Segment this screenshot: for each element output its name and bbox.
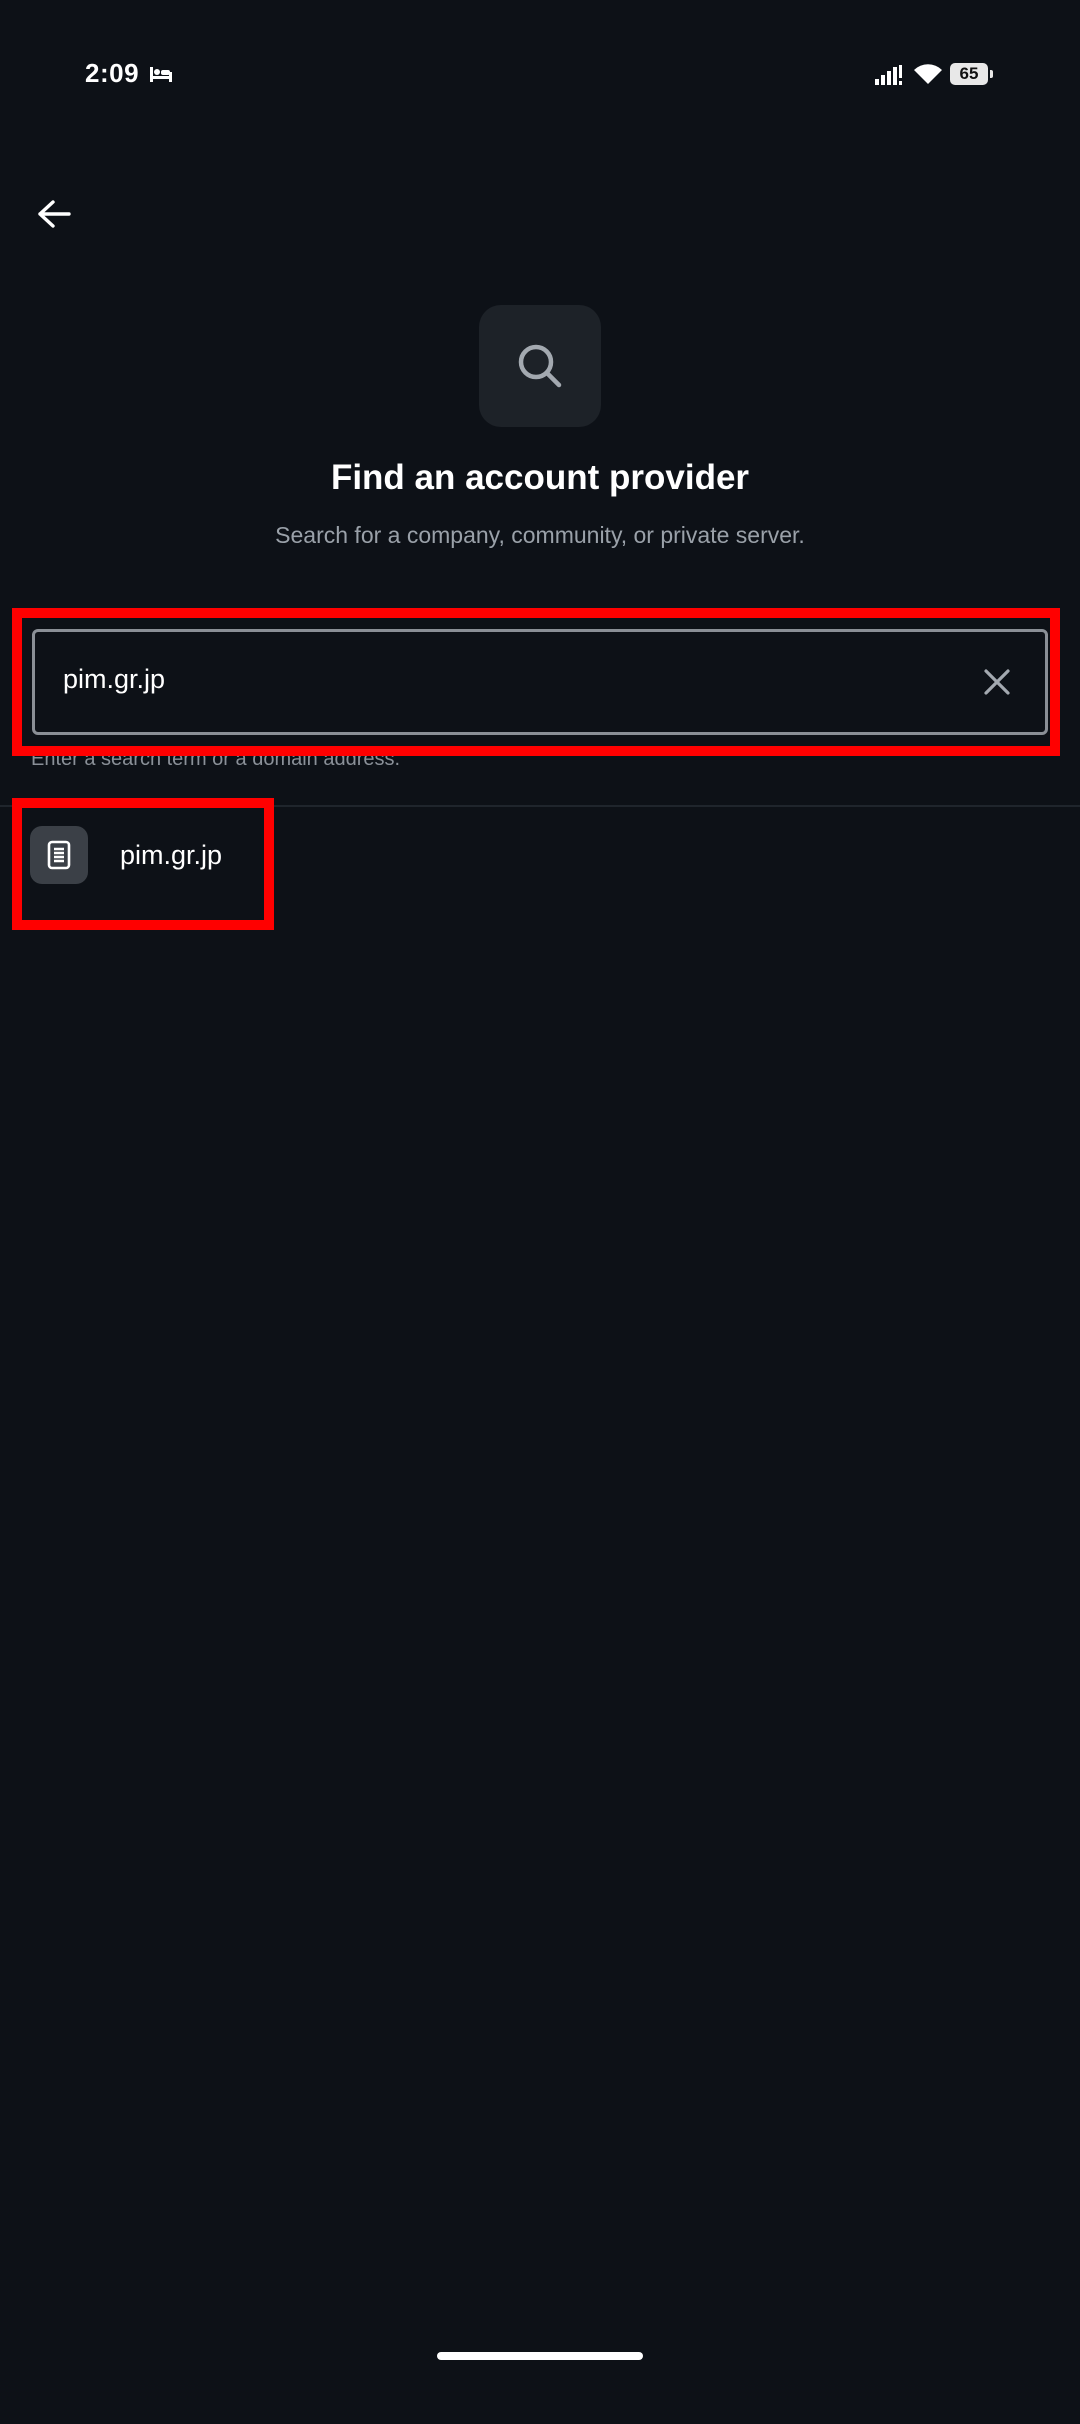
list-item[interactable]: pim.gr.jp (30, 826, 410, 890)
page-subtitle: Search for a company, community, or priv… (275, 522, 805, 548)
divider (0, 805, 1080, 807)
arrow-left-icon (38, 200, 71, 228)
server-icon (47, 840, 71, 870)
status-bar: 2:09 65 (0, 0, 1080, 150)
back-button[interactable] (28, 188, 80, 240)
search-input[interactable]: pim.gr.jp (32, 629, 1048, 735)
battery-level: 65 (950, 63, 988, 85)
result-icon-tile (30, 826, 88, 884)
search-input-value[interactable]: pim.gr.jp (63, 664, 165, 695)
close-icon (984, 669, 1010, 695)
hero-search-icon-tile (479, 305, 601, 427)
signal-icon (875, 65, 902, 85)
wifi-icon (914, 64, 942, 84)
clear-search-button[interactable] (977, 662, 1017, 702)
search-helper-text: Enter a search term or a domain address. (31, 748, 401, 770)
battery-icon: 65 (950, 63, 994, 85)
sleep-icon (150, 67, 172, 82)
search-icon (518, 344, 562, 388)
result-label: pim.gr.jp (120, 840, 223, 870)
home-indicator[interactable] (437, 2352, 643, 2360)
page-title: Find an account provider (330, 458, 750, 497)
status-time: 2:09 (85, 58, 140, 88)
